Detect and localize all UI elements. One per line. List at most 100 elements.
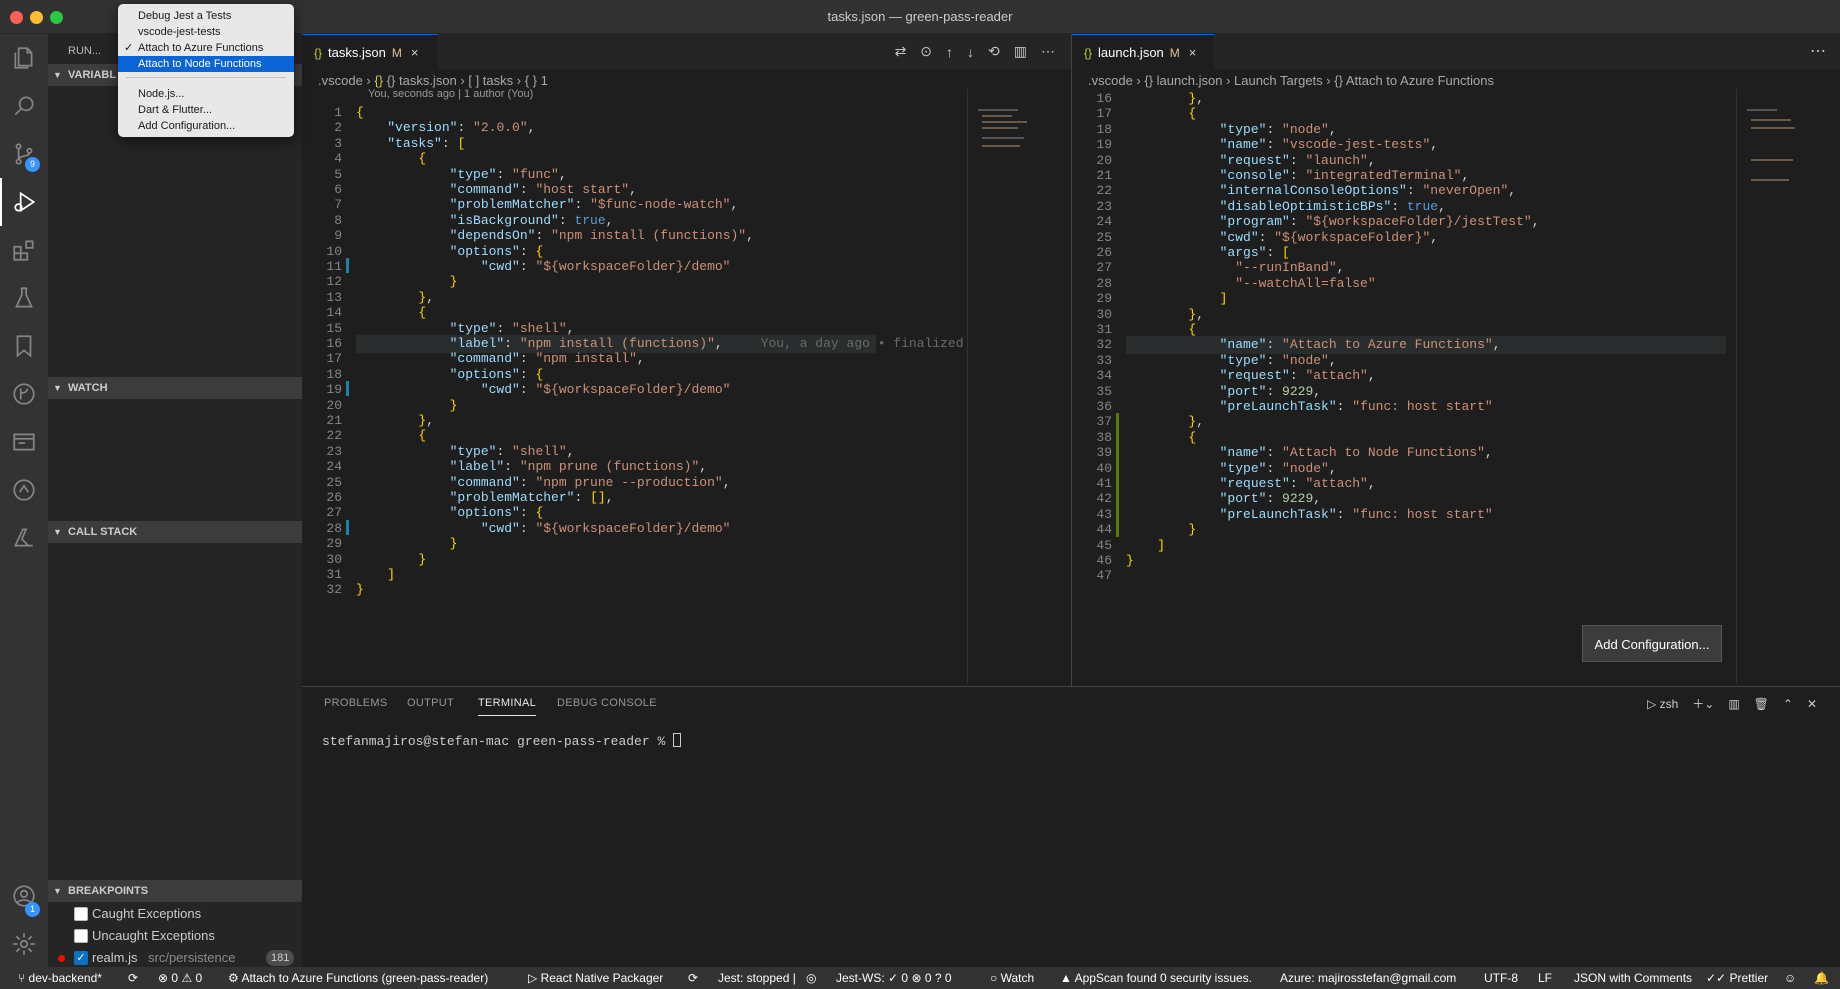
feedback-icon[interactable]: ☺ [1784,967,1796,989]
previous-change-icon[interactable]: ↑ [946,44,953,60]
callstack-section-header[interactable]: ▼ CALL STACK [48,521,302,543]
editor-group-left: {} tasks.json M × ⇄ ⊙ ↑ ↓ ⟲ ▥ ⋯ .vscode › {… [302,34,1071,686]
modified-indicator: M [391,46,402,60]
compare-changes-icon[interactable]: ⇄ [895,43,907,60]
menu-item-vscode-jest-tests[interactable]: vscode-jest-tests [118,24,294,40]
circle-icon: ○ [990,971,998,985]
uncaught-exceptions-checkbox[interactable] [74,929,88,943]
tab-tasks-json[interactable]: {} tasks.json M × [302,34,438,69]
menu-item-attach-azure[interactable]: ✓ Attach to Azure Functions [118,40,294,56]
open-changes-icon[interactable]: ⊙ [920,43,932,60]
notifications-icon[interactable]: 🔔 [1814,967,1829,989]
tab-terminal[interactable]: TERMINAL [478,697,537,716]
new-terminal-icon[interactable]: ＋⌄ [1692,695,1714,712]
breakpoint-caught-exceptions[interactable]: Caught Exceptions [48,903,302,925]
tab-problems[interactable]: PROBLEMS [324,697,388,709]
bookmarks-icon[interactable] [0,322,48,370]
appscan-status[interactable]: ▲ AppScan found 0 security issues. [1060,967,1252,989]
breadcrumb-item[interactable]: Launch Targets [1234,73,1323,88]
close-tab-icon[interactable]: × [411,45,419,60]
close-tab-icon[interactable]: × [1189,45,1197,60]
explorer-icon[interactable] [0,34,48,82]
branch-status[interactable]: ⑂ dev-backend* [18,967,102,989]
breakpoints-section-header[interactable]: ▼ BREAKPOINTS [48,880,302,902]
breadcrumb-item[interactable]: {} launch.json [1144,73,1222,88]
refresh-icon[interactable]: ⟳ [688,967,698,989]
tab-debug-console[interactable]: DEBUG CONSOLE [557,697,657,709]
minimap-left[interactable] [967,89,1067,684]
jest-ws-status[interactable]: Jest-WS: ✓ 0 ⊗ 0 ? 0 [836,967,952,989]
broadcast-icon[interactable]: ◎ [806,967,816,989]
prettier-status[interactable]: ✓✓ Prettier [1706,967,1768,989]
language-status[interactable]: JSON with Comments [1574,967,1692,989]
jest-status[interactable]: Jest: stopped | [718,967,796,989]
watch-status[interactable]: ○ Watch [990,967,1034,989]
split-editor-icon[interactable]: ▥ [1014,43,1027,60]
close-panel-icon[interactable]: ✕ [1807,697,1817,711]
next-change-icon[interactable]: ↓ [967,44,974,60]
gitlens-icon[interactable] [0,466,48,514]
tab-tasks-label: tasks.json [328,45,386,60]
terminal-shell-selector[interactable]: ▷ zsh [1647,697,1678,711]
timeline-icon[interactable]: ⟲ [988,43,1000,60]
sync-icon[interactable]: ⟳ [128,967,138,989]
error-icon: ⊗ [158,971,169,985]
terminal-output[interactable]: stefanmajiros@stefan-mac green-pass-read… [322,733,682,751]
code-area-left[interactable]: 1{2 "version": "2.0.0", 3 "tasks": [4 {5 … [302,104,994,680]
encoding-status[interactable]: UTF-8 [1484,967,1518,989]
more-actions-icon[interactable]: ⋯ [1041,43,1055,60]
testing-icon[interactable] [0,274,48,322]
azure-icon[interactable] [0,514,48,562]
json-file-icon: {} [1084,46,1093,60]
menu-item-attach-node[interactable]: Attach to Node Functions [118,56,294,72]
gear-icon[interactable] [0,920,48,968]
trash-icon[interactable]: 🗑 [1754,697,1769,711]
search-icon[interactable] [0,82,48,130]
tab-bar-right: {} launch.json M × ⋯ [1072,34,1840,69]
breadcrumb-item[interactable]: .vscode [1088,73,1133,88]
editor-actions: ⇄ ⊙ ↑ ↓ ⟲ ▥ ⋯ [895,34,1055,69]
breadcrumb-item[interactable]: {} Attach to Azure Functions [1334,73,1494,88]
watch-section-header[interactable]: ▼ WATCH [48,377,302,399]
jest-ws-label: Jest-WS: [836,971,889,985]
account-icon[interactable]: 1 [0,872,48,920]
breadcrumb-item[interactable]: .vscode [318,73,363,88]
breadcrumb-item[interactable]: [ ] tasks [468,73,513,88]
line-number[interactable]: 47 [1072,567,1112,585]
eol-status[interactable]: LF [1538,967,1552,989]
menu-item-dart-flutter[interactable]: Dart & Flutter... [118,102,294,118]
more-actions-icon[interactable]: ⋯ [1810,34,1826,69]
tab-launch-label: launch.json [1098,45,1164,60]
packager-status[interactable]: ▷ React Native Packager [528,967,663,989]
breakpoint-realm[interactable]: ✓ realm.js src/persistence 181 [48,947,302,969]
code-area-right[interactable]: 16 }, 17 {18 "type": "node", 19 "name": "v… [1072,90,1732,684]
warning-icon: ⚠ [181,971,193,985]
breadcrumb-item[interactable]: { } 1 [525,73,548,88]
tab-launch-json[interactable]: {} launch.json M × [1072,34,1214,69]
run-label: RUN... [68,45,101,57]
breadcrumb-item[interactable]: {} tasks.json [387,73,457,88]
line-number[interactable]: 32 [302,581,342,599]
tab-output[interactable]: OUTPUT [407,697,454,709]
menu-item-add-configuration[interactable]: Add Configuration... [118,118,294,134]
problems-status[interactable]: ⊗ 0 ⚠ 0 [158,967,202,989]
debug-target-status[interactable]: ⚙ Attach to Azure Functions (green-pass-… [228,967,488,989]
run-debug-icon[interactable] [0,178,48,226]
add-configuration-button[interactable]: Add Configuration... [1582,625,1722,662]
realm-breakpoint-checkbox[interactable]: ✓ [74,951,88,965]
extensions-icon[interactable] [0,226,48,274]
check-icon: ✓ [888,971,899,985]
split-terminal-icon[interactable]: ▥ [1728,697,1739,711]
caught-exceptions-checkbox[interactable] [74,907,88,921]
breakpoint-uncaught-exceptions[interactable]: Uncaught Exceptions [48,925,302,947]
source-control-icon[interactable]: 9 [0,130,48,178]
menu-item-debug-jest[interactable]: Debug Jest a Tests [118,8,294,24]
menu-item-nodejs[interactable]: Node.js... [118,86,294,102]
codelens-blame[interactable]: You, seconds ago | 1 author (You) [368,88,533,100]
azure-account-status[interactable]: Azure: majirosstefan@gmail.com [1280,967,1456,989]
remote-explorer-icon[interactable] [0,418,48,466]
maximize-panel-icon[interactable]: ⌃ [1783,697,1793,711]
git-graph-icon[interactable] [0,370,48,418]
minimap-right[interactable] [1736,89,1836,684]
breakpoint-path: src/persistence [148,950,236,965]
